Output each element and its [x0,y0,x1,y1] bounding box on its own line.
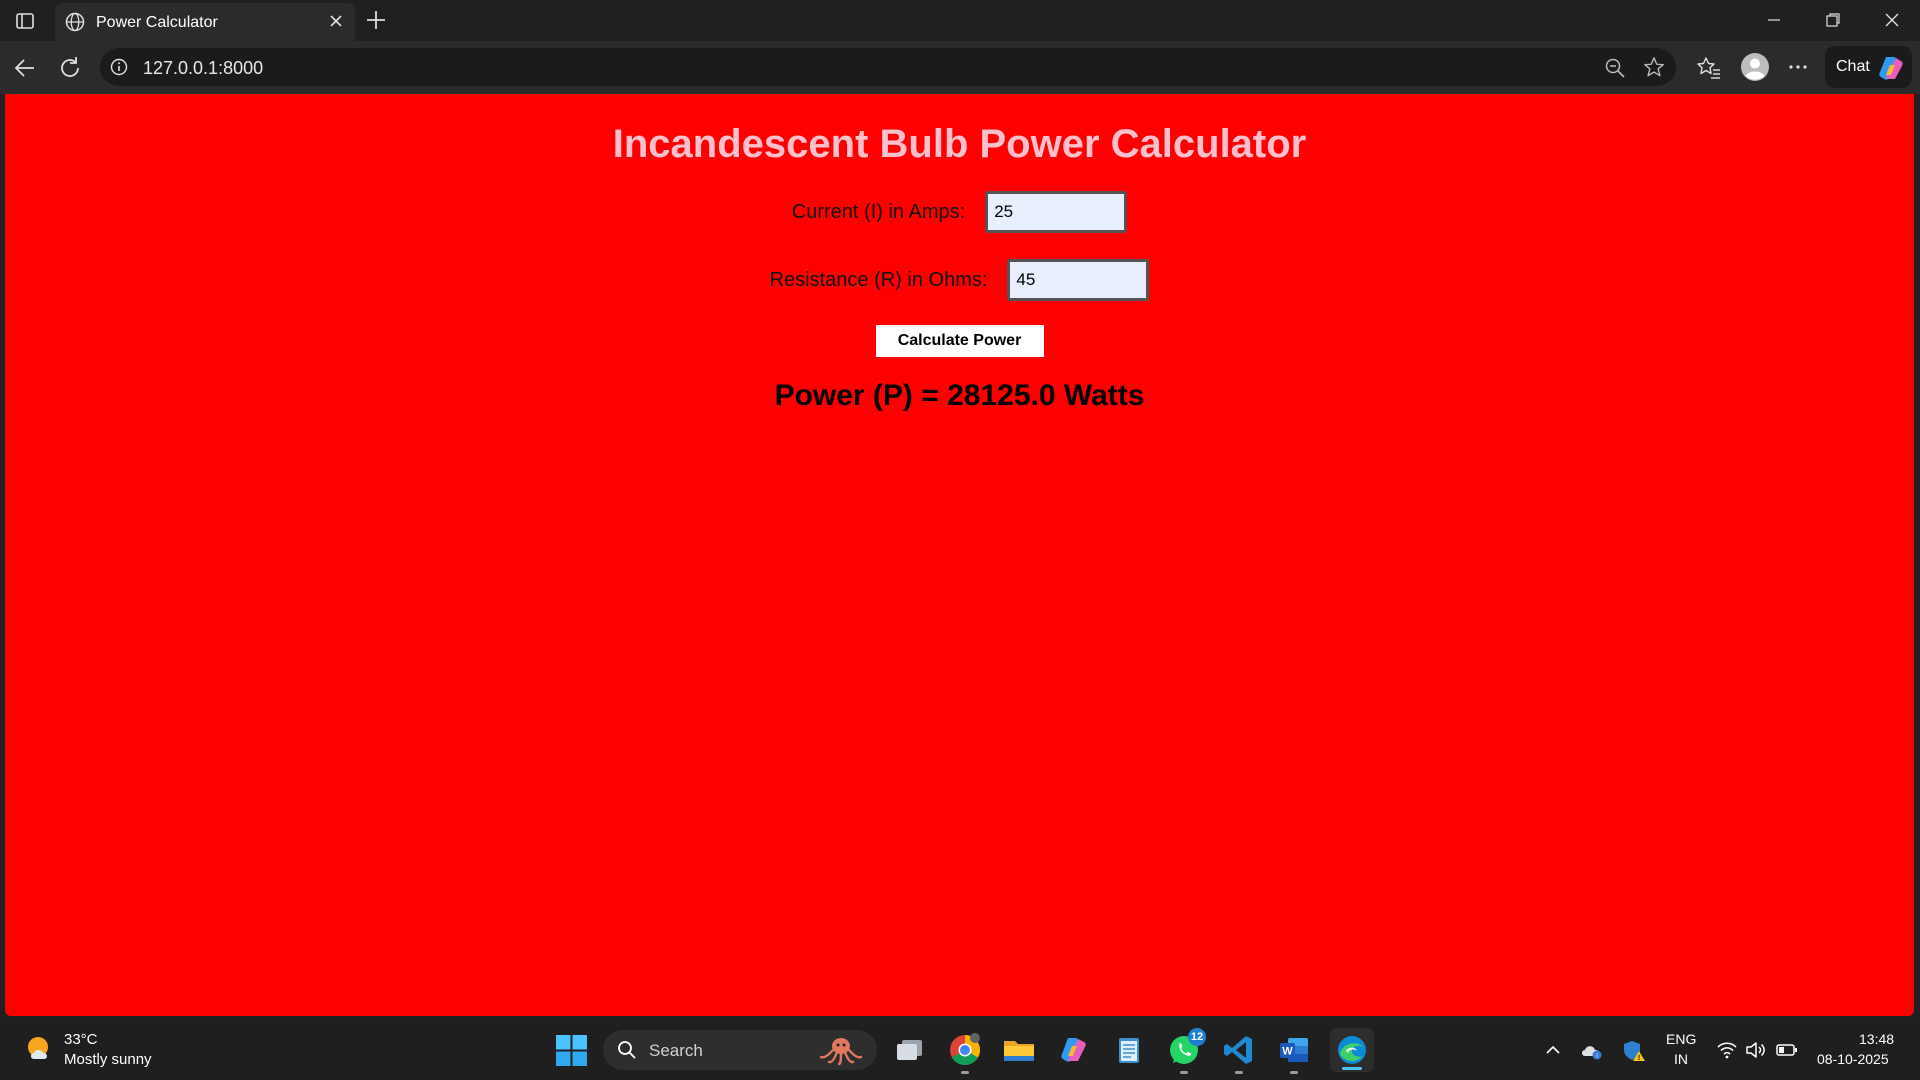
browser-tab-bar: Power Calculator [0,0,1920,41]
copilot-icon [1879,57,1903,80]
file-explorer-app-button[interactable] [1001,1032,1037,1068]
current-input[interactable] [985,191,1128,233]
address-bar[interactable]: 127.0.0.1:8000 [100,48,1676,86]
search-icon [618,1041,636,1059]
weather-description[interactable]: Mostly sunny [64,1051,152,1068]
calculate-power-button[interactable]: Calculate Power [875,325,1044,357]
sidebar-panel-icon [16,13,34,29]
current-row: Current (I) in Amps: [5,191,1914,233]
zoom-out-icon[interactable] [1604,57,1626,79]
onedrive-cloud-icon[interactable]: i [1580,1040,1604,1062]
wifi-icon[interactable] [1716,1040,1738,1060]
whatsapp-notification-badge: 12 [1188,1028,1206,1046]
resistance-row: Resistance (R) in Ohms: [5,259,1914,301]
folder-icon [1004,1041,1034,1061]
profile-avatar-icon[interactable] [1740,52,1770,82]
running-indicator [1180,1071,1188,1074]
running-indicator [961,1071,969,1074]
minimize-icon[interactable] [1764,10,1784,30]
weather-temperature[interactable]: 33°C [64,1031,98,1048]
resistance-label: Resistance (R) in Ohms: [769,268,988,291]
active-indicator [1342,1067,1362,1070]
search-placeholder: Search [649,1041,703,1060]
new-tab-plus-icon[interactable] [364,8,388,32]
chrome-icon [950,1033,981,1066]
restore-icon[interactable] [1823,10,1843,30]
svg-text:!: ! [1638,1055,1640,1062]
copilot-app-icon [1061,1038,1086,1062]
current-label: Current (I) in Amps: [791,200,966,223]
weather-sunny-icon[interactable] [24,1033,56,1065]
input-region[interactable]: IN [1674,1051,1688,1067]
edge-app-button[interactable] [1330,1028,1374,1072]
notepad-app-button[interactable] [1111,1032,1147,1068]
volume-icon[interactable] [1745,1040,1767,1060]
clock-date[interactable]: 08-10-2025 [1817,1051,1889,1067]
page-viewport: Incandescent Bulb Power Calculator Curre… [5,94,1914,1016]
back-arrow-icon[interactable] [12,55,38,81]
word-icon: W [1280,1038,1308,1062]
octopus-highlight-icon [819,1038,863,1065]
tab-actions-button[interactable] [10,8,40,34]
vscode-icon [1224,1036,1252,1064]
site-info-icon[interactable] [110,58,128,76]
power-result: Power (P) = 28125.0 Watts [774,379,1145,412]
whatsapp-app-button[interactable]: 12 [1166,1028,1206,1074]
input-language[interactable]: ENG [1666,1031,1696,1047]
windows-taskbar: 33°C Mostly sunny Search 12 W i ! ENG IN… [0,1020,1920,1080]
browser-toolbar: 127.0.0.1:8000 Chat [0,41,1920,94]
chevron-up-icon[interactable] [1543,1040,1563,1060]
globe-icon [65,12,85,32]
tab-title: Power Calculator [96,14,218,31]
window-close-icon[interactable] [1882,10,1902,30]
favorite-star-icon[interactable] [1643,56,1665,78]
copilot-app-button[interactable] [1056,1032,1092,1068]
task-view-icon [897,1040,922,1060]
clock-time[interactable]: 13:48 [1859,1031,1894,1047]
chat-label: Chat [1836,58,1870,75]
security-shield-icon[interactable]: ! [1622,1040,1646,1062]
word-app-button[interactable]: W [1276,1032,1312,1074]
more-options-icon[interactable] [1786,55,1810,79]
chrome-app-button[interactable] [947,1032,983,1074]
tab-power-calculator[interactable]: Power Calculator [55,3,355,41]
edge-icon [1338,1036,1366,1064]
page-title: Incandescent Bulb Power Calculator [612,122,1307,166]
task-view-button[interactable] [892,1032,928,1068]
favorites-icon[interactable] [1696,55,1722,81]
windows-start-icon[interactable] [556,1035,587,1066]
taskbar-search-box[interactable]: Search [603,1030,877,1070]
resistance-input[interactable] [1007,259,1150,301]
svg-text:W: W [1282,1046,1293,1058]
copilot-chat-button[interactable]: Chat [1825,46,1912,88]
svg-text:i: i [1596,1054,1597,1060]
running-indicator [1235,1071,1243,1074]
battery-icon[interactable] [1775,1040,1799,1060]
close-icon[interactable] [329,14,343,28]
notepad-icon [1119,1038,1139,1063]
url-text[interactable]: 127.0.0.1:8000 [143,58,263,79]
running-indicator [1290,1071,1298,1074]
reload-icon[interactable] [57,55,83,81]
vscode-app-button[interactable] [1221,1032,1257,1074]
